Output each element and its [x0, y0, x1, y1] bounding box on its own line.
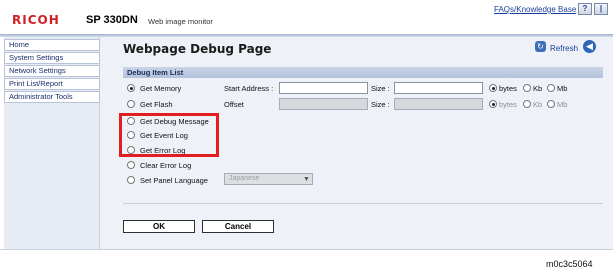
get-memory-radio[interactable]: [127, 84, 135, 92]
sidebar-item-home[interactable]: Home: [4, 39, 100, 51]
start-address-label: Start Address :: [224, 84, 274, 93]
memory-unit-mb-label: Mb: [557, 84, 568, 93]
faq-link[interactable]: FAQs/Knowledge Base: [494, 5, 576, 14]
cancel-button[interactable]: Cancel: [202, 220, 274, 233]
sidebar-item-administrator-tools[interactable]: Administrator Tools: [4, 91, 100, 103]
app-subtitle: Web image monitor: [148, 17, 213, 26]
panel-language-select[interactable]: Japanese: [224, 173, 313, 185]
start-address-input[interactable]: [279, 82, 368, 94]
memory-unit-kb-radio[interactable]: [523, 84, 531, 92]
memory-unit-bytes-radio[interactable]: [489, 84, 497, 92]
memory-size-input[interactable]: [394, 82, 483, 94]
flash-size-input[interactable]: [394, 98, 483, 110]
memory-size-label: Size :: [371, 84, 390, 93]
flash-unit-kb-radio[interactable]: [523, 100, 531, 108]
set-panel-language-radio[interactable]: [127, 176, 135, 184]
memory-unit-kb-label: Kb: [533, 84, 543, 93]
form-divider: [123, 203, 603, 204]
back-icon[interactable]: ◀: [583, 40, 596, 53]
offset-label: Offset: [224, 100, 244, 109]
sidebar: Home System Settings Network Settings Pr…: [4, 37, 100, 249]
ok-button[interactable]: OK: [123, 220, 195, 233]
ricoh-logo: RICOH: [12, 13, 60, 27]
flash-unit-mb-radio[interactable]: [547, 100, 555, 108]
help-icon[interactable]: ?: [578, 3, 592, 15]
sidebar-item-print-list-report[interactable]: Print List/Report: [4, 78, 100, 90]
flash-unit-kb-label: Kb: [533, 100, 543, 109]
bottom-divider: [0, 249, 613, 250]
get-flash-label: Get Flash: [140, 100, 173, 109]
figure-code: m0c3c5064: [546, 259, 593, 269]
sidebar-item-network-settings[interactable]: Network Settings: [4, 65, 100, 77]
flash-unit-bytes-radio[interactable]: [489, 100, 497, 108]
flash-unit-bytes-label: bytes: [499, 100, 517, 109]
get-flash-radio[interactable]: [127, 100, 135, 108]
page-title: Webpage Debug Page: [123, 42, 272, 56]
clear-error-log-radio[interactable]: [127, 161, 135, 169]
sidebar-item-system-settings[interactable]: System Settings: [4, 52, 100, 64]
memory-unit-mb-radio[interactable]: [547, 84, 555, 92]
flash-size-label: Size :: [371, 100, 390, 109]
refresh-icon[interactable]: ↻: [535, 41, 546, 52]
highlight-box: [119, 113, 219, 157]
section-header: Debug Item List: [123, 67, 603, 78]
memory-unit-bytes-label: bytes: [499, 84, 517, 93]
top-page-icon[interactable]: |: [594, 3, 608, 15]
chevron-down-icon: ▼: [303, 176, 310, 183]
refresh-button[interactable]: Refresh: [550, 44, 578, 53]
clear-error-log-label: Clear Error Log: [140, 161, 192, 170]
set-panel-language-label: Set Panel Language: [140, 176, 208, 185]
get-memory-label: Get Memory: [140, 84, 182, 93]
flash-unit-mb-label: Mb: [557, 100, 568, 109]
model-name: SP 330DN: [86, 14, 138, 26]
offset-input[interactable]: [279, 98, 368, 110]
